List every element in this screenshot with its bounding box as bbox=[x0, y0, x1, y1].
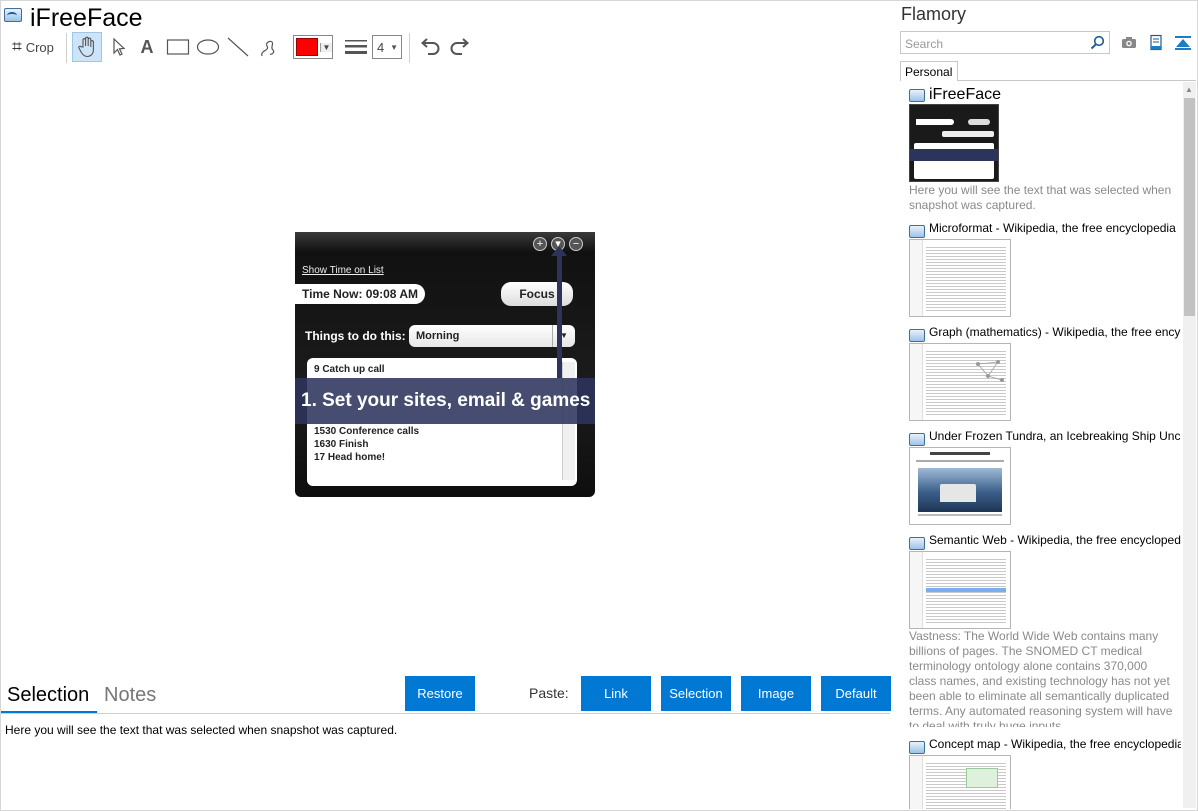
minus-icon: − bbox=[569, 237, 583, 251]
rectangle-tool-button[interactable] bbox=[164, 32, 192, 62]
crop-icon: ⌗ bbox=[12, 37, 22, 56]
pointer-icon bbox=[113, 37, 126, 56]
freehand-icon bbox=[261, 40, 275, 57]
scrollbar-thumb[interactable] bbox=[1184, 98, 1195, 316]
tab-selection[interactable]: Selection bbox=[7, 684, 89, 707]
page-icon bbox=[909, 741, 925, 754]
arrow-icon bbox=[551, 246, 567, 378]
list-item: 1630 Finish bbox=[314, 439, 369, 450]
ellipse-tool-button[interactable] bbox=[194, 32, 222, 62]
chevron-down-icon: ▼ bbox=[390, 42, 398, 52]
text-tool-button[interactable]: A bbox=[134, 32, 160, 62]
app-icon bbox=[4, 8, 22, 22]
undo-icon bbox=[420, 38, 440, 55]
snapshot-time: Time Now: 09:08 AM bbox=[295, 284, 425, 304]
entry-title: Semantic Web - Wikipedia, the free encyc… bbox=[929, 533, 1181, 547]
page-icon bbox=[909, 537, 925, 550]
divider bbox=[1, 713, 890, 714]
snapshot-banner: 1. Set your sites, email & games bbox=[295, 378, 595, 424]
entry-thumbnail bbox=[909, 104, 999, 182]
entry-thumbnail bbox=[909, 755, 1011, 809]
camera-icon[interactable] bbox=[1120, 34, 1138, 52]
entry-thumbnail bbox=[909, 447, 1011, 525]
crop-button[interactable]: ⌗ Crop bbox=[5, 32, 61, 62]
toolbar-divider bbox=[409, 33, 410, 63]
list-item: 9 Catch up call bbox=[314, 364, 385, 375]
line-width-icon bbox=[345, 40, 367, 54]
paste-image-button[interactable]: Image bbox=[741, 676, 811, 711]
snapshot-entry[interactable]: Under Frozen Tundra, an Icebreaking Ship… bbox=[909, 429, 1181, 529]
plus-icon: + bbox=[533, 237, 547, 251]
divider bbox=[958, 80, 1196, 81]
page-icon bbox=[909, 89, 925, 102]
entry-title: Graph (mathematics) - Wikipedia, the fre… bbox=[929, 325, 1181, 339]
entry-thumbnail bbox=[909, 343, 1011, 421]
line-icon bbox=[227, 37, 249, 57]
entry-title: Concept map - Wikipedia, the free encycl… bbox=[929, 737, 1181, 751]
paste-label: Paste: bbox=[529, 685, 569, 701]
rectangle-icon bbox=[166, 39, 190, 55]
snapshot-entry[interactable]: Microformat - Wikipedia, the free encycl… bbox=[909, 221, 1181, 321]
list-item: 1530 Conference calls bbox=[314, 426, 420, 437]
line-style-button[interactable] bbox=[343, 32, 369, 62]
color-swatch bbox=[296, 38, 318, 56]
flamory-title: Flamory bbox=[901, 4, 967, 24]
redo-button[interactable] bbox=[446, 32, 474, 62]
paste-selection-button[interactable]: Selection bbox=[661, 676, 731, 711]
restore-button[interactable]: Restore bbox=[405, 676, 475, 711]
redo-icon bbox=[450, 38, 470, 55]
hand-icon bbox=[78, 36, 94, 58]
text-icon: A bbox=[140, 36, 154, 57]
tab-notes[interactable]: Notes bbox=[104, 684, 156, 707]
chevron-down-icon: ▼ bbox=[552, 325, 575, 347]
document-icon[interactable] bbox=[1147, 34, 1165, 52]
tab-personal[interactable]: Personal bbox=[900, 61, 958, 81]
pointer-tool-button[interactable] bbox=[106, 32, 132, 62]
snapshot-period-select: Morning ▼ bbox=[409, 325, 575, 347]
line-tool-button[interactable] bbox=[224, 32, 252, 62]
chevron-down-icon: ▼ bbox=[320, 42, 332, 52]
entry-thumbnail bbox=[909, 551, 1011, 629]
snapshot-entry[interactable]: Semantic Web - Wikipedia, the free encyc… bbox=[909, 533, 1181, 733]
snapshot-things-label: Things to do this: bbox=[305, 329, 406, 343]
selection-text[interactable]: Here you will see the text that was sele… bbox=[5, 723, 397, 737]
entry-title: Under Frozen Tundra, an Icebreaking Ship… bbox=[929, 429, 1181, 443]
page-title: iFreeFace bbox=[30, 4, 143, 32]
snapshot-image[interactable]: + ▾ − Show Time on List Time Now: 09:08 … bbox=[295, 232, 595, 497]
entry-title: iFreeFace bbox=[929, 86, 1002, 103]
page-icon bbox=[909, 433, 925, 446]
color-picker[interactable]: ▼ bbox=[293, 35, 333, 59]
list-item: 17 Head home! bbox=[314, 452, 386, 463]
toolbar: ⌗ Crop A ▼ 4 ▼ bbox=[0, 32, 480, 63]
page-icon bbox=[909, 329, 925, 342]
entry-thumbnail bbox=[909, 239, 1011, 317]
search-input[interactable] bbox=[903, 33, 1087, 54]
toolbar-divider bbox=[66, 33, 67, 63]
snapshot-link: Show Time on List bbox=[302, 265, 384, 276]
search-box[interactable] bbox=[900, 31, 1110, 54]
entry-description: Here you will see the text that was sele… bbox=[909, 183, 1172, 212]
paste-link-button[interactable]: Link bbox=[581, 676, 651, 711]
snapshot-period: Morning bbox=[416, 330, 460, 342]
hand-tool-button[interactable] bbox=[72, 32, 102, 62]
crop-label: Crop bbox=[25, 39, 54, 55]
search-icon[interactable] bbox=[1090, 35, 1105, 50]
collapse-icon[interactable] bbox=[1174, 34, 1192, 52]
entry-description: Vastness: The World Wide Web contains ma… bbox=[909, 629, 1173, 727]
freehand-tool-button[interactable] bbox=[254, 32, 282, 62]
snapshot-focus: Focus bbox=[501, 282, 573, 306]
page-icon bbox=[909, 225, 925, 238]
ellipse-icon bbox=[196, 39, 220, 55]
undo-button[interactable] bbox=[416, 32, 444, 62]
snapshot-entry[interactable]: Graph (mathematics) - Wikipedia, the fre… bbox=[909, 325, 1181, 425]
snapshot-entry[interactable]: iFreeFace Here you will see the text tha… bbox=[909, 86, 1181, 217]
line-width-value: 4 bbox=[377, 39, 385, 55]
snapshot-entry[interactable]: Concept map - Wikipedia, the free encycl… bbox=[909, 737, 1181, 809]
paste-default-button[interactable]: Default bbox=[821, 676, 891, 711]
entry-title: Microformat - Wikipedia, the free encycl… bbox=[929, 221, 1176, 235]
line-width-select[interactable]: 4 ▼ bbox=[372, 35, 402, 59]
chevron-up-icon: ▲ bbox=[1185, 85, 1193, 94]
